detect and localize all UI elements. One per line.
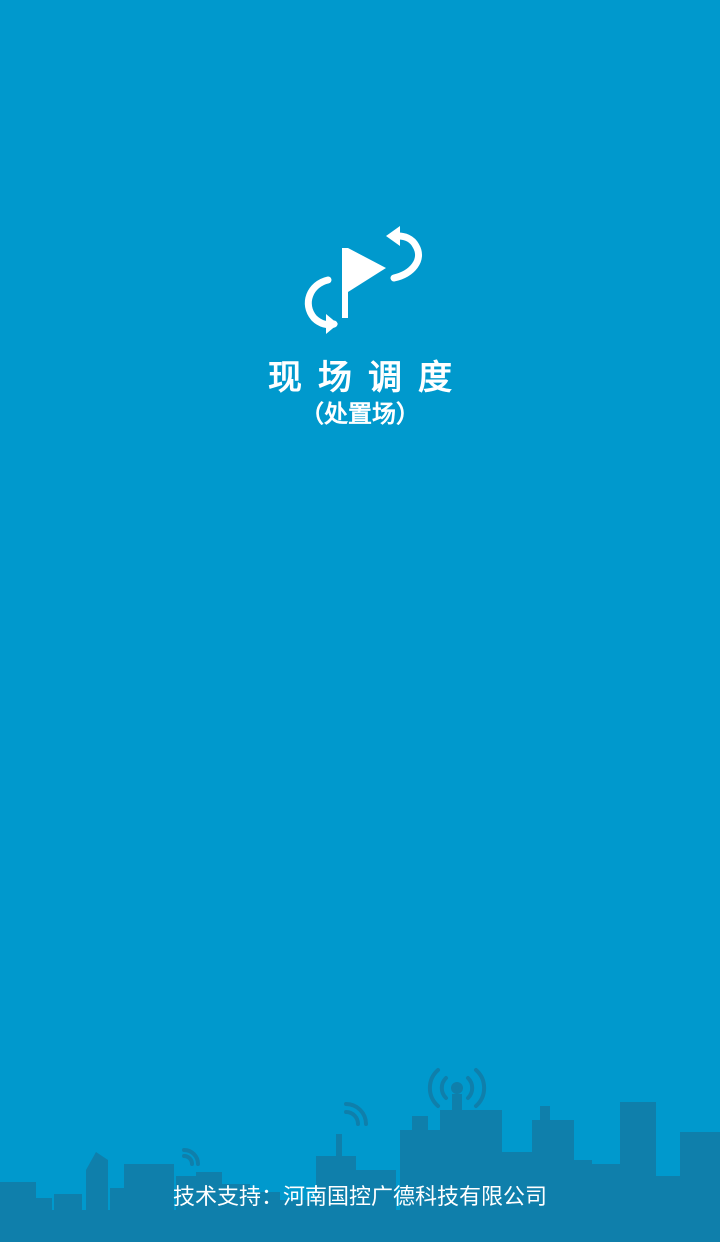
- footer-credit: 技术支持：河南国控广德科技有限公司: [172, 1185, 547, 1210]
- app-subtitle: （处置场）: [300, 400, 420, 428]
- splash-screen: 现场调度 （处置场） 技术支持：河南国控广德科技有限公司: [0, 0, 720, 1242]
- flag-cycle-logo-icon: [304, 226, 422, 334]
